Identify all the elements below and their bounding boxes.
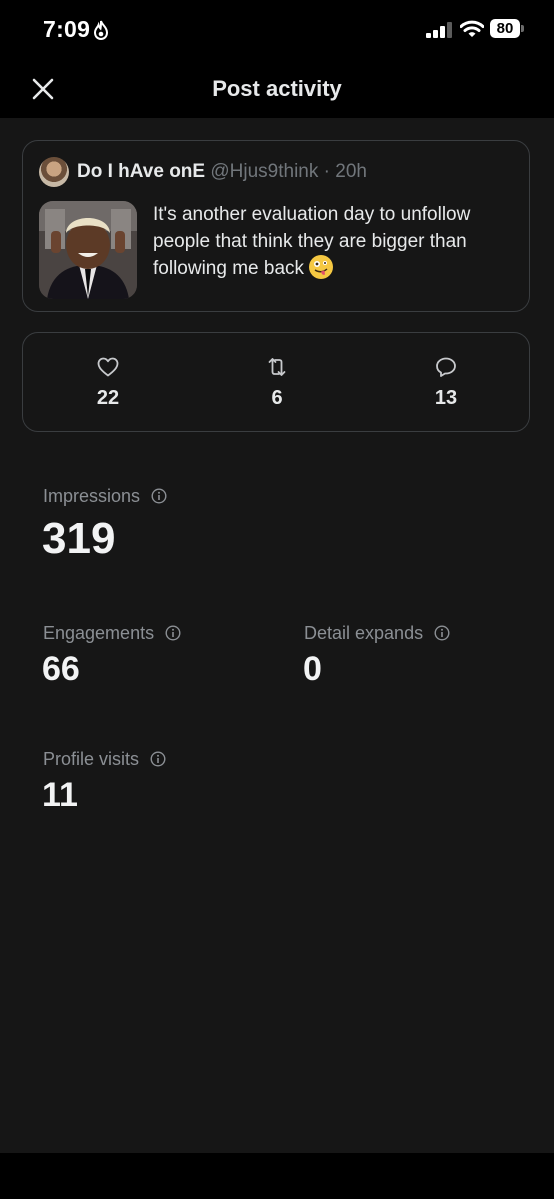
profile-visits-value: 11: [42, 776, 78, 814]
profile-visits-label-row: Profile visits: [43, 749, 166, 770]
impressions-value: 319: [42, 514, 116, 563]
post-text: It's another evaluation day to unfollow …: [153, 201, 515, 282]
heart-icon: [97, 357, 119, 377]
hotspot-flame-icon: [93, 20, 109, 40]
info-icon[interactable]: [150, 751, 166, 767]
post-photo: [39, 201, 137, 299]
page-title: Post activity: [212, 76, 342, 101]
detail-expands-label-row: Detail expands: [304, 623, 450, 644]
status-bar: 7:09 80: [0, 0, 554, 62]
likes-count: 22: [96, 387, 120, 409]
impressions-label-row: Impressions: [43, 486, 167, 507]
battery-nub: [521, 25, 524, 32]
post-age: 20h: [335, 161, 367, 182]
impressions-label: Impressions: [43, 486, 141, 506]
reply-icon: [436, 357, 456, 377]
info-icon[interactable]: [165, 625, 181, 641]
detail-expands-value: 0: [303, 650, 322, 688]
engagements-label: Engagements: [43, 623, 155, 643]
repost-icon: [268, 358, 286, 376]
author-avatar[interactable]: [39, 157, 69, 187]
replies-count: 13: [434, 387, 458, 409]
reposts-count: 6: [271, 387, 283, 409]
nav-bar: Post activity: [0, 62, 554, 118]
detail-expands-label: Detail expands: [304, 623, 424, 643]
replies-stat[interactable]: 13: [361, 333, 531, 433]
zany-face-emoji-icon: [309, 255, 334, 279]
status-time: 7:09: [43, 16, 91, 42]
engagements-value: 66: [42, 650, 80, 688]
separator-dot: ·: [323, 161, 330, 182]
wifi-icon: [460, 20, 484, 37]
post-card[interactable]: Do I hAve onE @Hjus9think · 20h It's ano…: [22, 140, 530, 312]
info-icon[interactable]: [151, 488, 167, 504]
bottom-bar: [0, 1153, 554, 1199]
author-line: Do I hAve onE @Hjus9think · 20h: [77, 161, 367, 183]
likes-stat[interactable]: 22: [23, 333, 193, 433]
engagement-stats-card: 22 6 13: [22, 332, 530, 432]
post-image[interactable]: [39, 201, 137, 299]
info-icon[interactable]: [434, 625, 450, 641]
author-name[interactable]: Do I hAve onE: [77, 161, 205, 182]
profile-visits-label: Profile visits: [43, 749, 140, 769]
main-content: Do I hAve onE @Hjus9think · 20h It's ano…: [0, 118, 554, 1153]
cellular-signal-icon: [426, 22, 452, 38]
reposts-stat[interactable]: 6: [192, 333, 362, 433]
battery-icon: 80: [490, 19, 520, 38]
author-handle[interactable]: @Hjus9think: [210, 161, 318, 182]
engagements-label-row: Engagements: [43, 623, 181, 644]
